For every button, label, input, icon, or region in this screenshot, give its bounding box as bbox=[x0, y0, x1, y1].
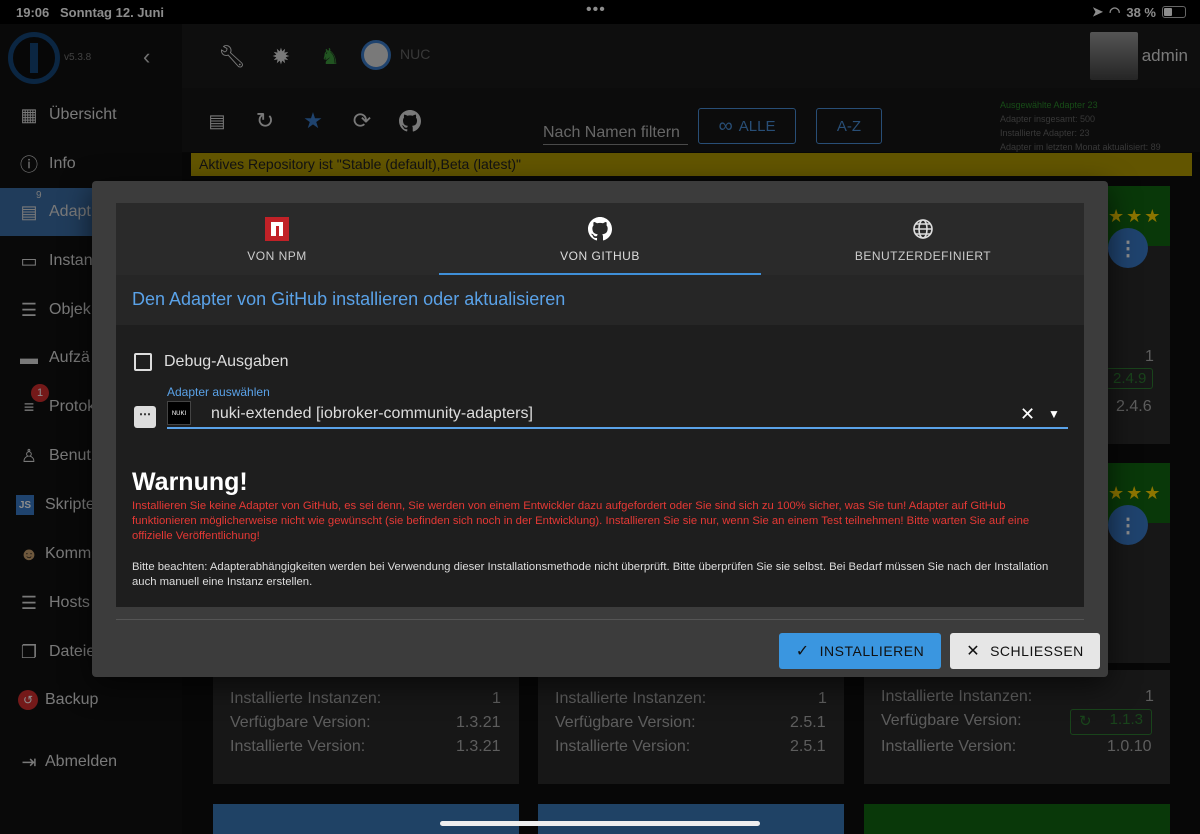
close-label: SCHLIESSEN bbox=[990, 643, 1084, 659]
warning-text: Installieren Sie keine Adapter von GitHu… bbox=[132, 500, 1030, 542]
tab-github[interactable]: VON GITHUB bbox=[439, 203, 761, 275]
check-icon: ✓ bbox=[795, 643, 810, 660]
install-from-github-dialog: VON NPM VON GITHUB BENUTZERDEFINIERT Den… bbox=[92, 181, 1108, 677]
tab-custom[interactable]: BENUTZERDEFINIERT bbox=[762, 203, 1084, 275]
dropdown-arrow-icon[interactable]: ▼ bbox=[1048, 407, 1060, 421]
home-indicator[interactable] bbox=[440, 821, 760, 826]
tab-label: VON NPM bbox=[247, 249, 307, 263]
dialog-divider bbox=[116, 619, 1084, 620]
tab-npm[interactable]: VON NPM bbox=[116, 203, 438, 275]
adapter-select-underline bbox=[167, 427, 1068, 429]
dialog-content: Den Adapter von GitHub installieren oder… bbox=[116, 275, 1084, 607]
install-label: INSTALLIEREN bbox=[819, 643, 925, 659]
dialog-title: Den Adapter von GitHub installieren oder… bbox=[116, 275, 1084, 325]
dependency-note: Bitte beachten: Adapterabhängigkeiten we… bbox=[132, 561, 1049, 588]
install-button[interactable]: ✓ INSTALLIEREN bbox=[779, 633, 941, 669]
close-icon: ✕ bbox=[966, 643, 981, 660]
install-source-tabs: VON NPM VON GITHUB BENUTZERDEFINIERT bbox=[116, 203, 1084, 275]
debug-checkbox[interactable] bbox=[134, 353, 152, 371]
npm-icon bbox=[265, 217, 289, 241]
clear-selection-icon[interactable]: ✕ bbox=[1020, 404, 1035, 425]
tab-label: BENUTZERDEFINIERT bbox=[854, 249, 992, 263]
message-icon[interactable]: ⋯ bbox=[134, 406, 156, 428]
nuki-logo: NUKI bbox=[167, 401, 191, 425]
tab-label: VON GITHUB bbox=[560, 249, 640, 263]
adapter-select-value[interactable]: nuki-extended [iobroker-community-adapte… bbox=[211, 405, 533, 423]
globe-icon bbox=[911, 217, 935, 241]
adapter-select-caption: Adapter auswählen bbox=[167, 385, 270, 399]
github-icon bbox=[588, 217, 612, 241]
warning-title: Warnung! bbox=[132, 468, 248, 496]
debug-label[interactable]: Debug-Ausgaben bbox=[164, 353, 289, 371]
close-button[interactable]: ✕ SCHLIESSEN bbox=[950, 633, 1100, 669]
